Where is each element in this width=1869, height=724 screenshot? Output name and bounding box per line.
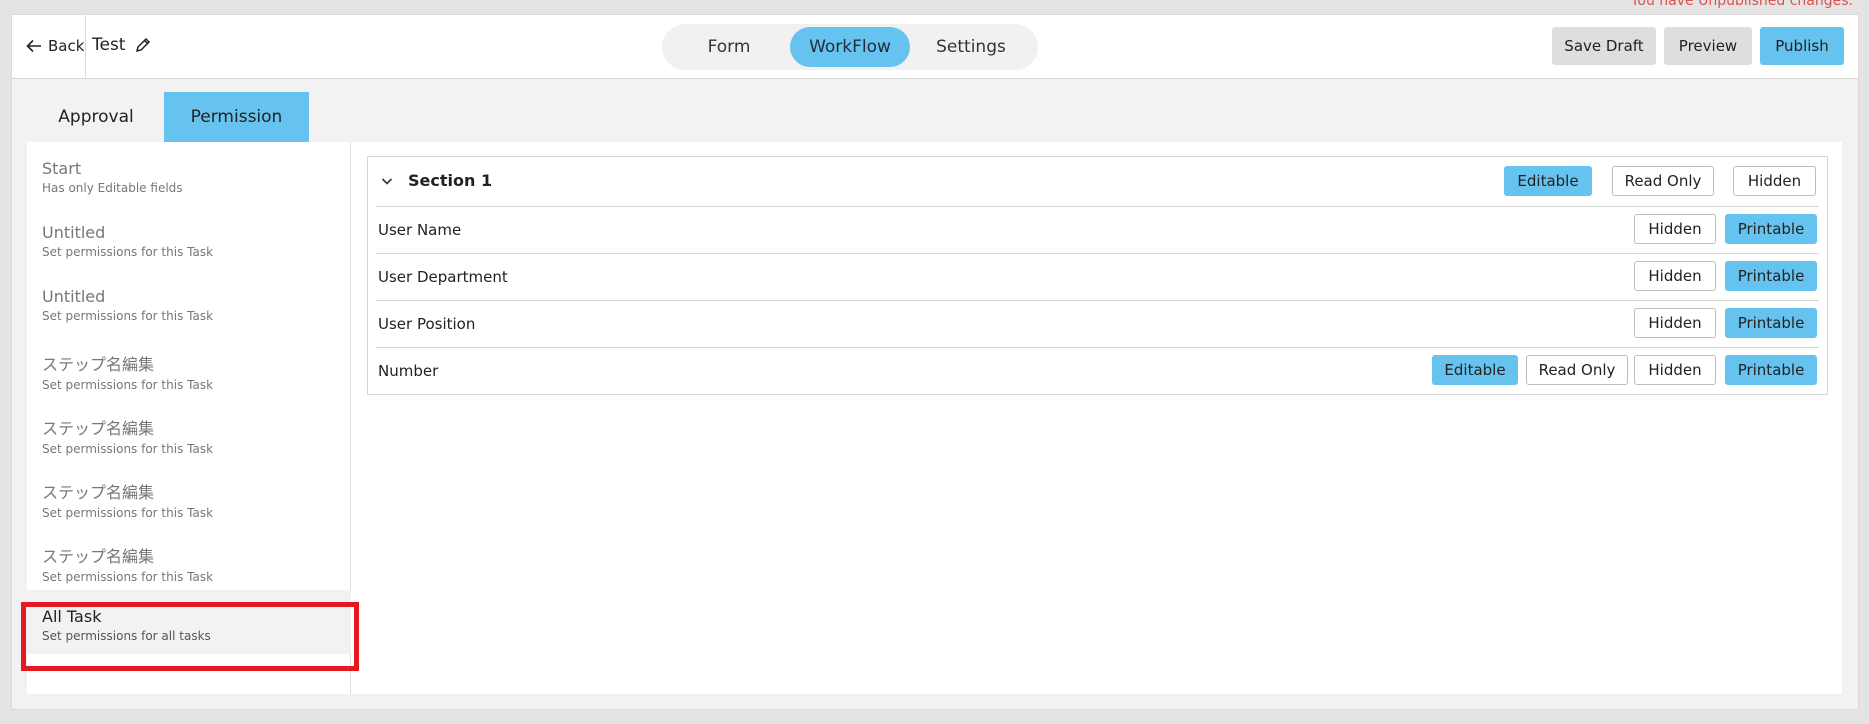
field-row-user-position: User Position Hidden Printable	[376, 300, 1819, 347]
printable-button[interactable]: Printable	[1725, 261, 1817, 291]
task-list: Start Has only Editable fields Untitled …	[27, 142, 351, 694]
printable-button[interactable]: Printable	[1725, 355, 1817, 385]
save-draft-button[interactable]: Save Draft	[1552, 27, 1656, 65]
read-only-button[interactable]: Read Only	[1612, 166, 1714, 196]
field-label: User Position	[378, 315, 476, 333]
hidden-button[interactable]: Hidden	[1733, 166, 1816, 196]
editable-button[interactable]: Editable	[1504, 166, 1592, 196]
task-desc: Set permissions for this Task	[42, 570, 214, 584]
arrow-left-icon	[26, 39, 41, 53]
printable-button[interactable]: Printable	[1725, 308, 1817, 338]
preview-button[interactable]: Preview	[1664, 27, 1752, 65]
segment-form[interactable]: Form	[668, 27, 790, 67]
back-button[interactable]: Back	[26, 37, 84, 55]
task-desc: Set permissions for this Task	[42, 245, 214, 259]
tab-approval[interactable]: Approval	[28, 92, 164, 142]
segment-workflow[interactable]: WorkFlow	[790, 27, 910, 67]
task-item-all-task[interactable]: All Task Set permissions for all tasks	[27, 590, 351, 654]
form-title-text: Test	[92, 35, 126, 55]
task-item[interactable]: Untitled Set permissions for this Task	[27, 270, 351, 334]
task-desc: Set permissions for this Task	[42, 378, 214, 392]
divider	[85, 15, 86, 79]
task-name: ステップ名編集	[42, 483, 155, 502]
field-row-user-department: User Department Hidden Printable	[376, 253, 1819, 300]
permission-panel: Start Has only Editable fields Untitled …	[21, 142, 1842, 694]
hidden-button[interactable]: Hidden	[1634, 355, 1716, 385]
task-desc: Set permissions for this Task	[42, 309, 214, 323]
task-name: ステップ名編集	[42, 419, 155, 438]
pencil-icon[interactable]	[135, 37, 151, 53]
editable-button[interactable]: Editable	[1432, 355, 1518, 385]
top-bar: Back Test Form WorkFlow Settings Save Dr…	[12, 15, 1858, 79]
section-title: Section 1	[408, 171, 493, 190]
task-name: All Task	[42, 607, 102, 626]
field-label: User Name	[378, 221, 462, 239]
form-title: Test	[92, 35, 151, 55]
printable-button[interactable]: Printable	[1725, 214, 1817, 244]
workflow-editor: Back Test Form WorkFlow Settings Save Dr…	[11, 14, 1859, 710]
back-label: Back	[48, 37, 85, 55]
task-name: Untitled	[42, 223, 106, 242]
hidden-button[interactable]: Hidden	[1634, 308, 1716, 338]
chevron-down-icon[interactable]	[381, 176, 393, 186]
task-item[interactable]: ステップ名編集 Set permissions for this Task	[27, 398, 351, 462]
tab-permission[interactable]: Permission	[164, 92, 309, 142]
segment-settings[interactable]: Settings	[910, 27, 1032, 67]
field-row-number: Number Editable Read Only Hidden Printab…	[376, 347, 1819, 394]
task-item[interactable]: Untitled Set permissions for this Task	[27, 206, 351, 270]
field-label: User Department	[378, 268, 508, 286]
task-desc: Set permissions for all tasks	[42, 629, 211, 643]
mode-switcher: Form WorkFlow Settings	[662, 24, 1038, 70]
task-name: ステップ名編集	[42, 547, 155, 566]
task-item[interactable]: ステップ名編集 Set permissions for this Task	[27, 526, 351, 590]
task-item[interactable]: ステップ名編集 Set permissions for this Task	[27, 462, 351, 526]
field-label: Number	[378, 362, 439, 380]
section-header: Section 1 Editable Read Only Hidden	[368, 157, 1827, 207]
hidden-button[interactable]: Hidden	[1634, 261, 1716, 291]
hidden-button[interactable]: Hidden	[1634, 214, 1716, 244]
task-item-start[interactable]: Start Has only Editable fields	[27, 142, 351, 206]
task-name: ステップ名編集	[42, 355, 155, 374]
section-card: Section 1 Editable Read Only Hidden User…	[367, 156, 1828, 395]
publish-button[interactable]: Publish	[1760, 27, 1844, 65]
task-name: Start	[42, 159, 82, 178]
task-item[interactable]: ステップ名編集 Set permissions for this Task	[27, 334, 351, 398]
task-desc: Set permissions for this Task	[42, 442, 214, 456]
task-desc: Set permissions for this Task	[42, 506, 214, 520]
field-row-user-name: User Name Hidden Printable	[376, 206, 1819, 253]
task-name: Untitled	[42, 287, 106, 306]
unpublished-notice: You have Unpublished changes.	[1630, 0, 1853, 9]
read-only-button[interactable]: Read Only	[1526, 355, 1628, 385]
task-desc: Has only Editable fields	[42, 181, 183, 195]
